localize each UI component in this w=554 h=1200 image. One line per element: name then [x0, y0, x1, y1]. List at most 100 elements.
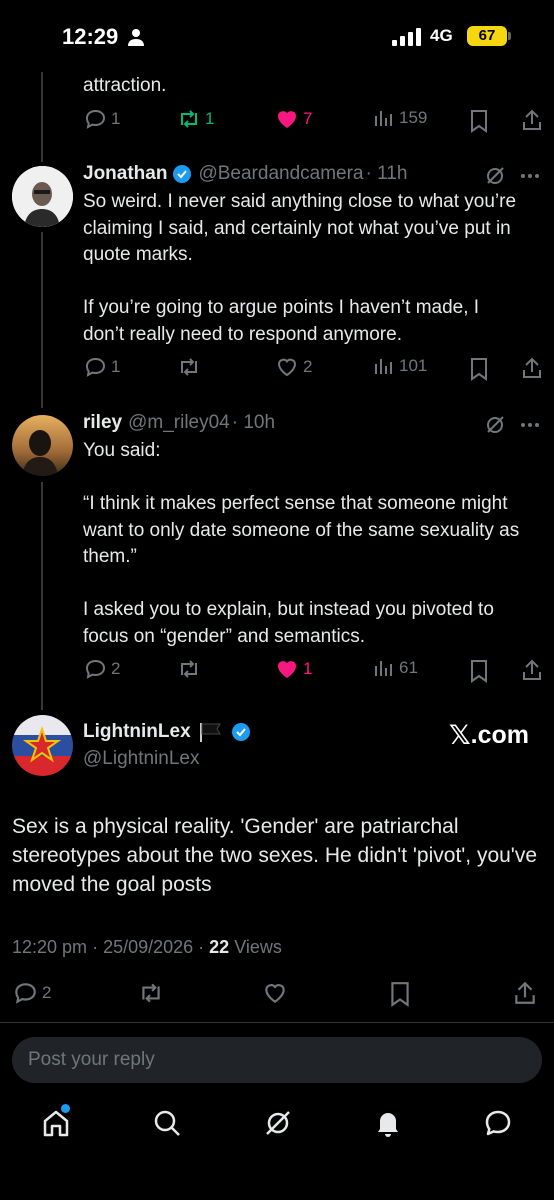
- timestamp: · 10h: [231, 412, 276, 433]
- repost-icon[interactable]: [138, 980, 164, 1006]
- status-bar: 12:29 4G 67: [0, 0, 554, 72]
- battery-icon: [508, 32, 511, 40]
- avatar[interactable]: [12, 715, 73, 776]
- heart-filled-icon: [278, 661, 296, 678]
- grok-icon[interactable]: [484, 414, 506, 436]
- share-icon[interactable]: [520, 356, 544, 380]
- tab-search[interactable]: [151, 1107, 183, 1144]
- views-button[interactable]: 61: [373, 657, 418, 679]
- reply-button[interactable]: 2: [83, 657, 120, 681]
- thread-line: [41, 72, 43, 162]
- main-tweet-text: Sex is a physical reality. 'Gender' are …: [12, 815, 537, 896]
- reply-icon: [85, 357, 106, 377]
- like-button[interactable]: 7: [275, 107, 312, 131]
- tweet-actions: 1 2 101: [83, 355, 543, 385]
- reply-count: 1: [111, 109, 121, 128]
- status-time: 12:29: [62, 24, 119, 49]
- share-icon[interactable]: [520, 658, 544, 682]
- bookmark-icon[interactable]: [468, 659, 490, 683]
- main-tweet-meta: 12:20 pm · 25/09/2026 · 22 Views: [12, 937, 282, 957]
- notification-dot: [61, 1104, 70, 1113]
- share-icon[interactable]: [512, 980, 538, 1006]
- network-label: 4G: [430, 26, 453, 45]
- like-count: 7: [303, 109, 313, 128]
- thread-line: [41, 232, 43, 408]
- tweet-time: 12:20 pm: [12, 937, 88, 957]
- bottom-tab-bar: [0, 1095, 554, 1155]
- reply-button[interactable]: 2: [12, 980, 51, 1006]
- display-name[interactable]: riley: [83, 412, 122, 434]
- repost-icon: [181, 660, 197, 678]
- avatar[interactable]: [12, 415, 73, 476]
- repost-button[interactable]: 1: [177, 107, 214, 131]
- bell-icon: [378, 1113, 398, 1137]
- share-icon[interactable]: [520, 108, 544, 132]
- x-logo-icon: 𝕏: [448, 720, 471, 751]
- heart-icon[interactable]: [262, 980, 288, 1006]
- reply-icon: [15, 983, 36, 1004]
- reply-count: 2: [42, 983, 52, 1002]
- views-count: 101: [399, 356, 428, 375]
- handle[interactable]: @LightninLex: [83, 748, 199, 770]
- divider: [0, 1022, 554, 1023]
- bookmark-icon[interactable]: [468, 109, 490, 133]
- repost-icon: [181, 358, 197, 376]
- repost-button[interactable]: [177, 657, 201, 681]
- like-count: 1: [303, 659, 313, 678]
- reply-input[interactable]: Post your reply: [12, 1037, 542, 1083]
- repost-button[interactable]: [177, 355, 201, 379]
- reply-button[interactable]: 1: [83, 107, 120, 131]
- views-count: 159: [399, 108, 428, 127]
- more-icon[interactable]: [520, 173, 540, 179]
- tab-messages[interactable]: [482, 1107, 514, 1144]
- battery-level: 67: [467, 26, 507, 46]
- reply-icon: [85, 659, 106, 679]
- views-label: Views: [234, 937, 282, 957]
- views-button[interactable]: 159: [373, 107, 427, 129]
- repost-count: 1: [205, 109, 215, 128]
- reply-count: 2: [111, 659, 121, 678]
- reply-icon: [85, 109, 106, 129]
- thread-line: [41, 482, 43, 710]
- tab-notifications[interactable]: [372, 1107, 404, 1144]
- grok-icon[interactable]: [484, 165, 506, 187]
- tab-grok[interactable]: [262, 1107, 294, 1144]
- handle[interactable]: @Beardandcamera: [198, 163, 363, 185]
- like-button[interactable]: 1: [275, 657, 312, 681]
- views-count: 61: [399, 658, 418, 677]
- tweet-actions: 2 1 61: [83, 657, 543, 687]
- tweet-top-icons: [484, 414, 540, 436]
- reply-count: 1: [111, 357, 121, 376]
- bookmark-icon[interactable]: [388, 981, 412, 1007]
- tweet-text: So weird. I never said anything close to…: [83, 191, 517, 345]
- views-icon: [375, 661, 392, 676]
- handle[interactable]: @m_riley04: [128, 412, 230, 434]
- views-button[interactable]: 101: [373, 355, 427, 377]
- bookmark-icon[interactable]: [468, 357, 490, 381]
- reply-button[interactable]: 1: [83, 355, 120, 379]
- tweet-text: You said: “I think it makes perfect sens…: [83, 440, 520, 647]
- repost-icon: [181, 110, 197, 128]
- tab-home[interactable]: [40, 1104, 72, 1144]
- person-icon: [128, 29, 144, 46]
- main-tweet-header: LightninLex: [83, 721, 251, 743]
- more-icon[interactable]: [520, 422, 540, 428]
- tweet-header: riley @m_riley04 · 10h: [83, 410, 275, 436]
- display-name[interactable]: LightninLex: [83, 721, 191, 743]
- main-tweet-actions: 2: [12, 980, 542, 1010]
- timestamp: · 11h: [365, 163, 408, 184]
- flag-icon: [199, 723, 221, 742]
- like-button[interactable]: 2: [275, 355, 312, 379]
- views-count: 22: [209, 937, 230, 957]
- message-icon: [485, 1110, 511, 1136]
- avatar[interactable]: [12, 166, 73, 227]
- tweet-top-icons: [484, 165, 540, 187]
- tweet-actions: 1 1 7 159: [83, 107, 543, 137]
- signal-icon: [392, 28, 421, 46]
- views-icon: [375, 359, 392, 374]
- verified-badge-icon: [231, 723, 250, 741]
- tweet-date: 25/09/2026: [103, 937, 194, 957]
- tweet-text: attraction.: [83, 75, 167, 96]
- display-name[interactable]: Jonathan: [83, 163, 167, 185]
- tweet-header: Jonathan @Beardandcamera · 11h: [83, 161, 407, 187]
